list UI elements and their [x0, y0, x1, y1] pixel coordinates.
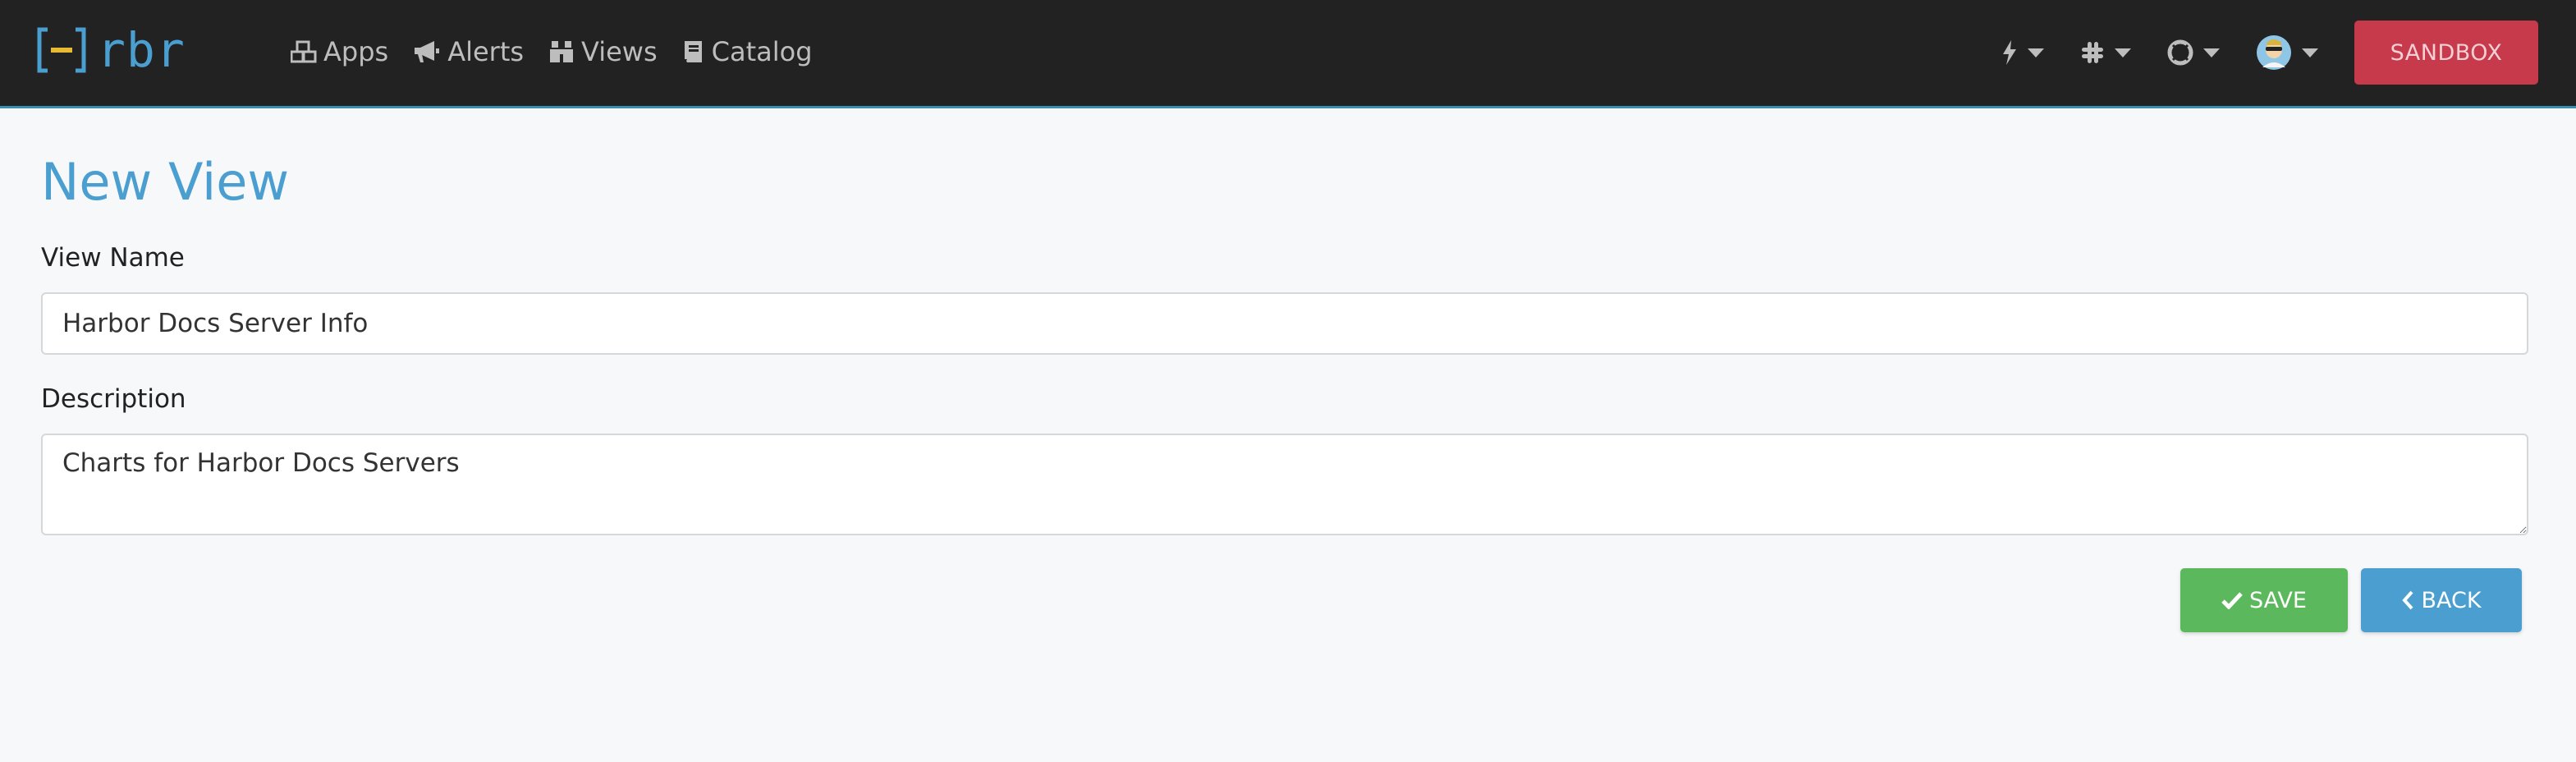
save-button-label: SAVE	[2249, 587, 2307, 613]
description-textarea[interactable]: Charts for Harbor Docs Servers	[41, 434, 2528, 535]
chevron-down-icon	[2203, 48, 2220, 57]
page-title: New View	[41, 152, 290, 212]
bolt-menu[interactable]	[2001, 39, 2044, 66]
user-menu[interactable]	[2256, 34, 2318, 71]
slack-menu[interactable]	[2080, 40, 2131, 65]
bullhorn-icon	[415, 41, 440, 62]
nav-apps[interactable]: Apps	[291, 30, 388, 74]
view-name-label: View Name	[41, 243, 185, 273]
help-menu[interactable]	[2167, 39, 2220, 66]
slack-icon	[2082, 42, 2103, 63]
chevron-down-icon	[2028, 48, 2044, 57]
logo[interactable]: rbr	[36, 25, 186, 76]
nav-views-label: Views	[581, 36, 658, 67]
check-icon	[2221, 592, 2243, 609]
chevron-down-icon	[2115, 48, 2131, 57]
back-button[interactable]: BACK	[2361, 568, 2522, 632]
nav-views[interactable]: Views	[548, 30, 658, 74]
nav-apps-label: Apps	[323, 36, 389, 67]
description-label: Description	[41, 384, 186, 414]
nav-alerts-label: Alerts	[447, 36, 525, 67]
main-nav: Apps Alerts Views Catalog	[291, 30, 837, 74]
nav-right: SANDBOX	[2001, 0, 2576, 105]
sandbox-button[interactable]: SANDBOX	[2354, 21, 2538, 85]
bolt-icon	[2003, 40, 2016, 65]
logo-bracket-icon	[37, 27, 86, 73]
chevron-left-icon	[2402, 590, 2413, 610]
nav-catalog-label: Catalog	[711, 36, 813, 67]
life-ring-icon	[2167, 39, 2193, 66]
view-name-input[interactable]	[41, 292, 2528, 355]
top-navbar: rbr Apps Alerts Views Catalog SANDBOX	[0, 0, 2576, 108]
binoculars-icon	[550, 41, 574, 62]
book-icon	[684, 41, 702, 62]
logo-text: rbr	[97, 22, 186, 78]
chevron-down-icon	[2302, 48, 2318, 57]
back-button-label: BACK	[2421, 587, 2482, 613]
cubes-icon	[291, 40, 317, 63]
nav-alerts[interactable]: Alerts	[413, 30, 524, 74]
user-avatar-icon	[2257, 35, 2291, 70]
save-button[interactable]: SAVE	[2180, 568, 2348, 632]
nav-catalog[interactable]: Catalog	[682, 30, 813, 74]
